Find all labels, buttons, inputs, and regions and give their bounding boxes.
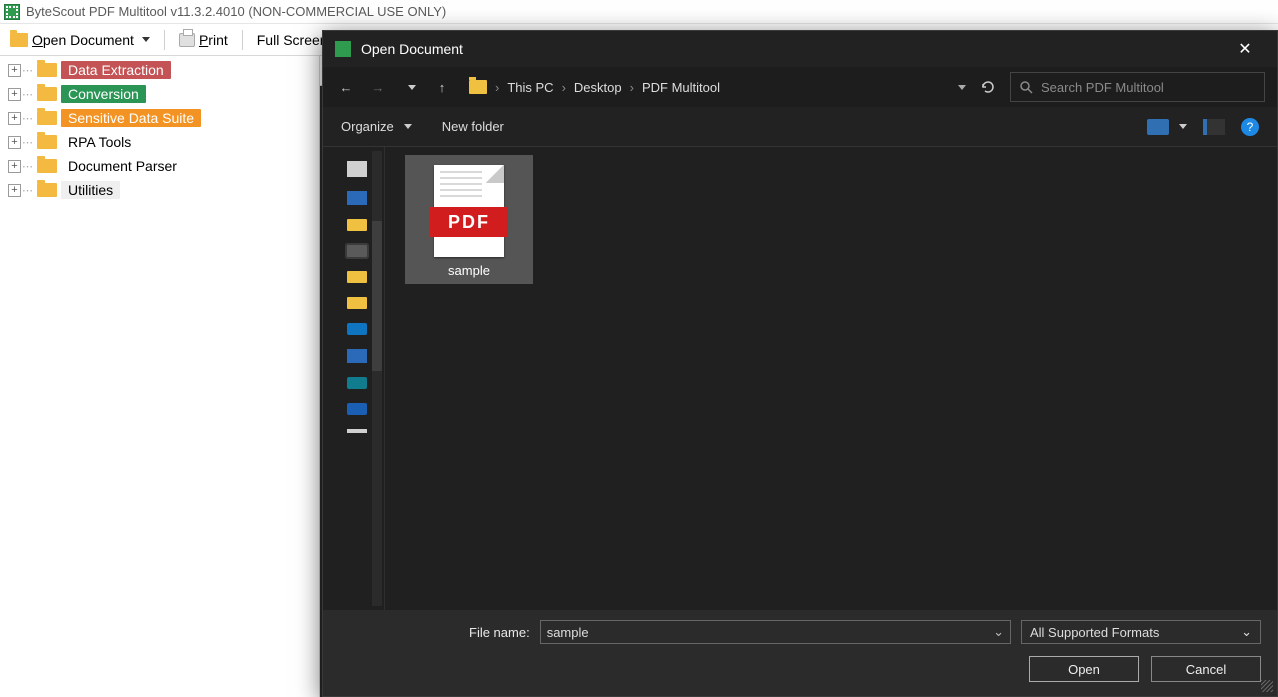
expand-icon[interactable]: + [8, 88, 21, 101]
preview-pane-button[interactable] [1203, 119, 1225, 135]
organize-button[interactable]: Organize [341, 119, 412, 134]
dialog-close-button[interactable]: ✕ [1225, 34, 1265, 64]
refresh-button[interactable] [976, 75, 1000, 99]
nav-recent-button[interactable] [399, 76, 421, 98]
folder-icon [37, 87, 57, 101]
breadcrumb[interactable]: PDF Multitool [642, 80, 720, 95]
tree-item[interactable]: +⋯Sensitive Data Suite [0, 106, 319, 130]
app-icon [4, 4, 20, 20]
chevron-down-icon [404, 124, 412, 129]
nav-up-button[interactable]: ↑ [431, 76, 453, 98]
search-icon [1019, 80, 1033, 94]
folder-open-icon [10, 33, 28, 47]
chevron-down-icon: ⌄ [1241, 624, 1252, 640]
window-title: ByteScout PDF Multitool v11.3.2.4010 (NO… [26, 4, 446, 19]
nav-back-button[interactable]: ← [335, 76, 357, 98]
breadcrumb[interactable]: This PC [507, 80, 553, 95]
nav-item[interactable] [347, 377, 367, 389]
tree-item[interactable]: +⋯RPA Tools [0, 130, 319, 154]
file-list[interactable]: PDF sample [385, 147, 1277, 610]
view-icon [1147, 119, 1169, 135]
dialog-title: Open Document [361, 41, 463, 57]
folder-icon [37, 111, 57, 125]
search-placeholder: Search PDF Multitool [1041, 80, 1164, 95]
address-bar[interactable]: › This PC › Desktop › PDF Multitool [469, 72, 966, 102]
tree-item[interactable]: +⋯Conversion [0, 82, 319, 106]
tree-item-label: Sensitive Data Suite [61, 109, 201, 127]
open-button[interactable]: Open [1029, 656, 1139, 682]
nav-item[interactable] [347, 349, 367, 363]
file-name-label: sample [448, 263, 490, 278]
tree-item-label: Conversion [61, 85, 146, 103]
folder-icon [37, 135, 57, 149]
nav-item[interactable] [347, 271, 367, 283]
tree-item[interactable]: +⋯Data Extraction [0, 58, 319, 82]
printer-icon [179, 33, 195, 47]
dialog-footer: File name: sample ⌄ All Supported Format… [323, 610, 1277, 696]
folder-icon [37, 63, 57, 77]
app-icon [335, 41, 351, 57]
dialog-titlebar[interactable]: Open Document ✕ [323, 31, 1277, 67]
print-button[interactable]: Print [173, 30, 234, 50]
breadcrumb[interactable]: Desktop [574, 80, 622, 95]
nav-item[interactable] [347, 403, 367, 415]
nav-item[interactable] [347, 323, 367, 335]
dialog-search-input[interactable]: Search PDF Multitool [1010, 72, 1265, 102]
chevron-down-icon [1179, 124, 1187, 129]
new-folder-button[interactable]: New folder [442, 119, 504, 134]
nav-item[interactable] [347, 219, 367, 231]
nav-item[interactable] [347, 297, 367, 309]
expand-icon[interactable]: + [8, 160, 21, 173]
dialog-commandbar: Organize New folder ? [323, 107, 1277, 147]
tree-item[interactable]: +⋯Utilities [0, 178, 319, 202]
tree-item-label: Document Parser [61, 157, 184, 175]
window-titlebar: ByteScout PDF Multitool v11.3.2.4010 (NO… [0, 0, 1278, 24]
nav-forward-button[interactable]: → [367, 76, 389, 98]
pdf-file-icon: PDF [434, 165, 504, 257]
expand-icon[interactable]: + [8, 64, 21, 77]
nav-item[interactable] [347, 245, 367, 257]
expand-icon[interactable]: + [8, 112, 21, 125]
nav-scrollbar-thumb[interactable] [372, 221, 382, 371]
view-mode-button[interactable] [1147, 119, 1187, 135]
chevron-down-icon[interactable] [958, 85, 966, 90]
folder-icon [37, 159, 57, 173]
nav-item[interactable] [347, 429, 367, 433]
filename-input[interactable]: sample ⌄ [540, 620, 1011, 644]
folder-icon [469, 80, 487, 94]
nav-item[interactable] [347, 191, 367, 205]
open-document-button[interactable]: Open Document [4, 30, 156, 50]
expand-icon[interactable]: + [8, 136, 21, 149]
help-button[interactable]: ? [1241, 118, 1259, 136]
nav-item[interactable] [347, 161, 367, 177]
nav-scrollbar-track[interactable] [372, 151, 382, 606]
file-item-sample[interactable]: PDF sample [405, 155, 533, 284]
tree-item-label: RPA Tools [61, 133, 138, 151]
dialog-nav-pane[interactable] [323, 147, 385, 610]
dialog-navbar: ← → ↑ › This PC › Desktop › PDF Multitoo… [323, 67, 1277, 107]
chevron-down-icon[interactable]: ⌄ [993, 624, 1004, 640]
open-document-dialog: Open Document ✕ ← → ↑ › This PC › Deskto… [322, 30, 1278, 697]
tree-item[interactable]: +⋯Document Parser [0, 154, 319, 178]
folder-icon [37, 183, 57, 197]
tree-item-label: Data Extraction [61, 61, 171, 79]
tree-item-label: Utilities [61, 181, 120, 199]
chevron-down-icon[interactable] [142, 37, 150, 42]
file-type-select[interactable]: All Supported Formats ⌄ [1021, 620, 1261, 644]
resize-grip[interactable] [1261, 680, 1273, 692]
expand-icon[interactable]: + [8, 184, 21, 197]
cancel-button[interactable]: Cancel [1151, 656, 1261, 682]
filename-label: File name: [469, 625, 530, 640]
sidebar-tree[interactable]: +⋯Data Extraction+⋯Conversion+⋯Sensitive… [0, 56, 320, 697]
